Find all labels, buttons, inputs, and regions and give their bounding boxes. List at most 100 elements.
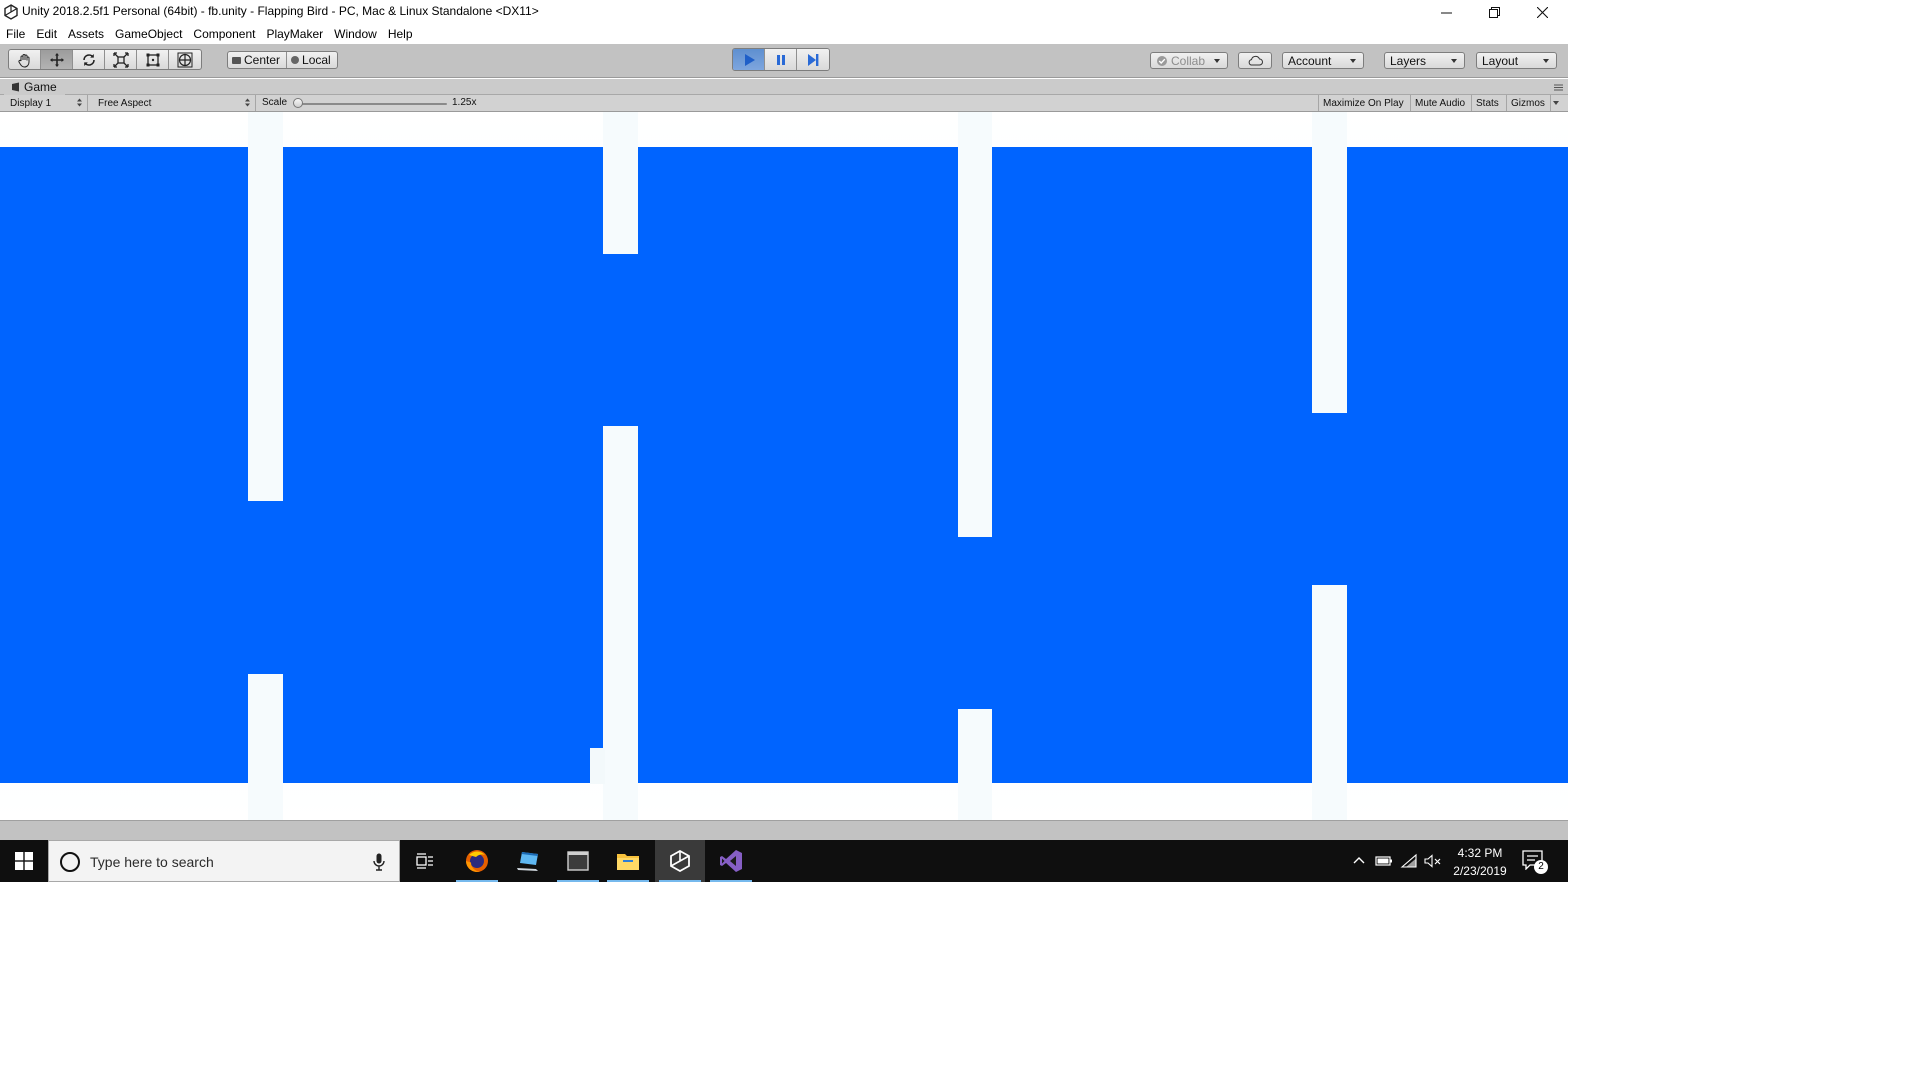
panel-menu-icon[interactable] xyxy=(1554,84,1563,91)
menu-playmaker[interactable]: PlayMaker xyxy=(262,27,327,41)
collab-label: Collab xyxy=(1171,53,1206,68)
gizmos-dropdown[interactable] xyxy=(1550,95,1564,111)
display-select[interactable]: Display 1 xyxy=(4,95,88,111)
taskbar-firefox[interactable] xyxy=(452,840,502,882)
window-icon xyxy=(567,851,589,871)
menu-component[interactable]: Component xyxy=(189,27,259,41)
space-label: Local xyxy=(302,53,331,67)
chevron-down-icon xyxy=(1553,101,1559,105)
running-indicator xyxy=(710,880,752,882)
scale-icon xyxy=(112,51,129,68)
taskbar-visual-studio[interactable] xyxy=(706,840,756,882)
aspect-select[interactable]: Free Aspect xyxy=(92,95,256,111)
pause-button[interactable] xyxy=(765,49,797,70)
tab-game[interactable]: Game xyxy=(4,79,65,95)
rotate-tool-button[interactable] xyxy=(73,50,105,69)
bird-sprite xyxy=(590,748,605,784)
running-indicator xyxy=(607,880,649,882)
pivot-center-button[interactable]: Center xyxy=(228,52,288,68)
play-button[interactable] xyxy=(733,49,765,70)
windows-logo-icon xyxy=(15,852,33,870)
menu-help[interactable]: Help xyxy=(384,27,417,41)
move-tool-button[interactable] xyxy=(41,50,73,69)
play-icon xyxy=(744,53,755,66)
taskbar-search-box[interactable]: Type here to search xyxy=(48,840,400,882)
pipe-bottom xyxy=(1312,585,1347,820)
minimize-button[interactable] xyxy=(1422,0,1470,24)
check-circle-icon xyxy=(1157,55,1167,66)
account-dropdown[interactable]: Account xyxy=(1282,52,1364,69)
taskbar-unity[interactable] xyxy=(655,840,705,882)
pivot-toggles: Center Local xyxy=(227,51,338,69)
wifi-icon[interactable] xyxy=(1400,852,1418,870)
menu-window[interactable]: Window xyxy=(330,27,381,41)
cortana-icon xyxy=(60,852,80,872)
layout-label: Layout xyxy=(1482,53,1519,68)
action-center-button[interactable]: 2 xyxy=(1520,848,1550,876)
gizmos-toggle[interactable]: Gizmos xyxy=(1506,95,1550,111)
transform-tool-button[interactable] xyxy=(169,50,201,69)
scale-slider-thumb[interactable] xyxy=(293,98,303,108)
battery-icon[interactable] xyxy=(1375,852,1393,870)
tab-game-label: Game xyxy=(24,80,57,94)
game-view-toolbar: Display 1 Free Aspect Scale 1.25x Maximi… xyxy=(0,95,1568,112)
start-button[interactable] xyxy=(0,840,48,882)
microphone-icon[interactable] xyxy=(373,853,385,871)
scale-value: 1.25x xyxy=(452,97,477,108)
game-viewport[interactable] xyxy=(0,112,1568,820)
game-tab-icon xyxy=(12,82,19,92)
scale-slider-track[interactable] xyxy=(297,103,447,105)
hand-icon xyxy=(17,53,29,68)
maximize-on-play-toggle[interactable]: Maximize On Play xyxy=(1318,95,1410,111)
layout-dropdown[interactable]: Layout xyxy=(1476,52,1557,69)
close-button[interactable] xyxy=(1518,0,1566,24)
pipe-bottom xyxy=(958,709,992,820)
chevron-down-icon xyxy=(1543,59,1549,63)
menu-bar: File Edit Assets GameObject Component Pl… xyxy=(0,24,1568,44)
menu-edit[interactable]: Edit xyxy=(32,27,61,41)
unity-logo-icon xyxy=(4,4,18,20)
stats-label: Stats xyxy=(1476,97,1499,109)
display-label: Display 1 xyxy=(10,97,52,109)
taskbar-app-window[interactable] xyxy=(553,840,603,882)
maximize-label: Maximize On Play xyxy=(1323,97,1404,109)
step-icon xyxy=(808,53,819,66)
updown-icon xyxy=(245,98,250,107)
rect-tool-button[interactable] xyxy=(137,50,169,69)
running-indicator xyxy=(557,880,599,882)
pivot-local-button[interactable]: Local xyxy=(287,52,337,68)
mute-label: Mute Audio xyxy=(1415,97,1466,109)
restore-button[interactable] xyxy=(1470,0,1518,24)
speaker-muted-icon[interactable] xyxy=(1424,852,1442,870)
hand-tool-button[interactable] xyxy=(9,50,41,69)
taskbar-remote-desktop[interactable] xyxy=(503,840,553,882)
chevron-down-icon xyxy=(1214,59,1220,63)
task-view-button[interactable] xyxy=(400,840,450,882)
account-label: Account xyxy=(1288,53,1332,68)
collab-dropdown[interactable]: Collab xyxy=(1150,52,1228,69)
menu-gameobject[interactable]: GameObject xyxy=(111,27,186,41)
mute-audio-toggle[interactable]: Mute Audio xyxy=(1410,95,1471,111)
layers-dropdown[interactable]: Layers xyxy=(1384,52,1465,69)
chevron-down-icon xyxy=(1451,59,1457,63)
task-view-icon xyxy=(416,853,433,869)
restore-icon xyxy=(1488,6,1500,18)
scale-tool-button[interactable] xyxy=(105,50,137,69)
taskbar-clock[interactable]: 4:32 PM 2/23/2019 xyxy=(1443,844,1517,880)
chevron-up-icon[interactable] xyxy=(1350,852,1368,870)
pivot-icon xyxy=(232,56,241,64)
step-button[interactable] xyxy=(797,49,829,70)
cloud-button[interactable] xyxy=(1238,52,1272,69)
window-title-bar: Unity 2018.2.5f1 Personal (64bit) - fb.u… xyxy=(0,0,1568,24)
pause-icon xyxy=(776,54,785,65)
pipe-bottom xyxy=(603,426,638,820)
stats-toggle[interactable]: Stats xyxy=(1471,95,1506,111)
window-title: Unity 2018.2.5f1 Personal (64bit) - fb.u… xyxy=(22,4,539,18)
chevron-down-icon xyxy=(1350,59,1356,63)
menu-file[interactable]: File xyxy=(2,27,29,41)
pivot-label: Center xyxy=(244,53,281,67)
scale-label: Scale xyxy=(262,97,288,108)
clock-date: 2/23/2019 xyxy=(1453,864,1507,878)
taskbar-file-explorer[interactable] xyxy=(603,840,653,882)
menu-assets[interactable]: Assets xyxy=(64,27,108,41)
